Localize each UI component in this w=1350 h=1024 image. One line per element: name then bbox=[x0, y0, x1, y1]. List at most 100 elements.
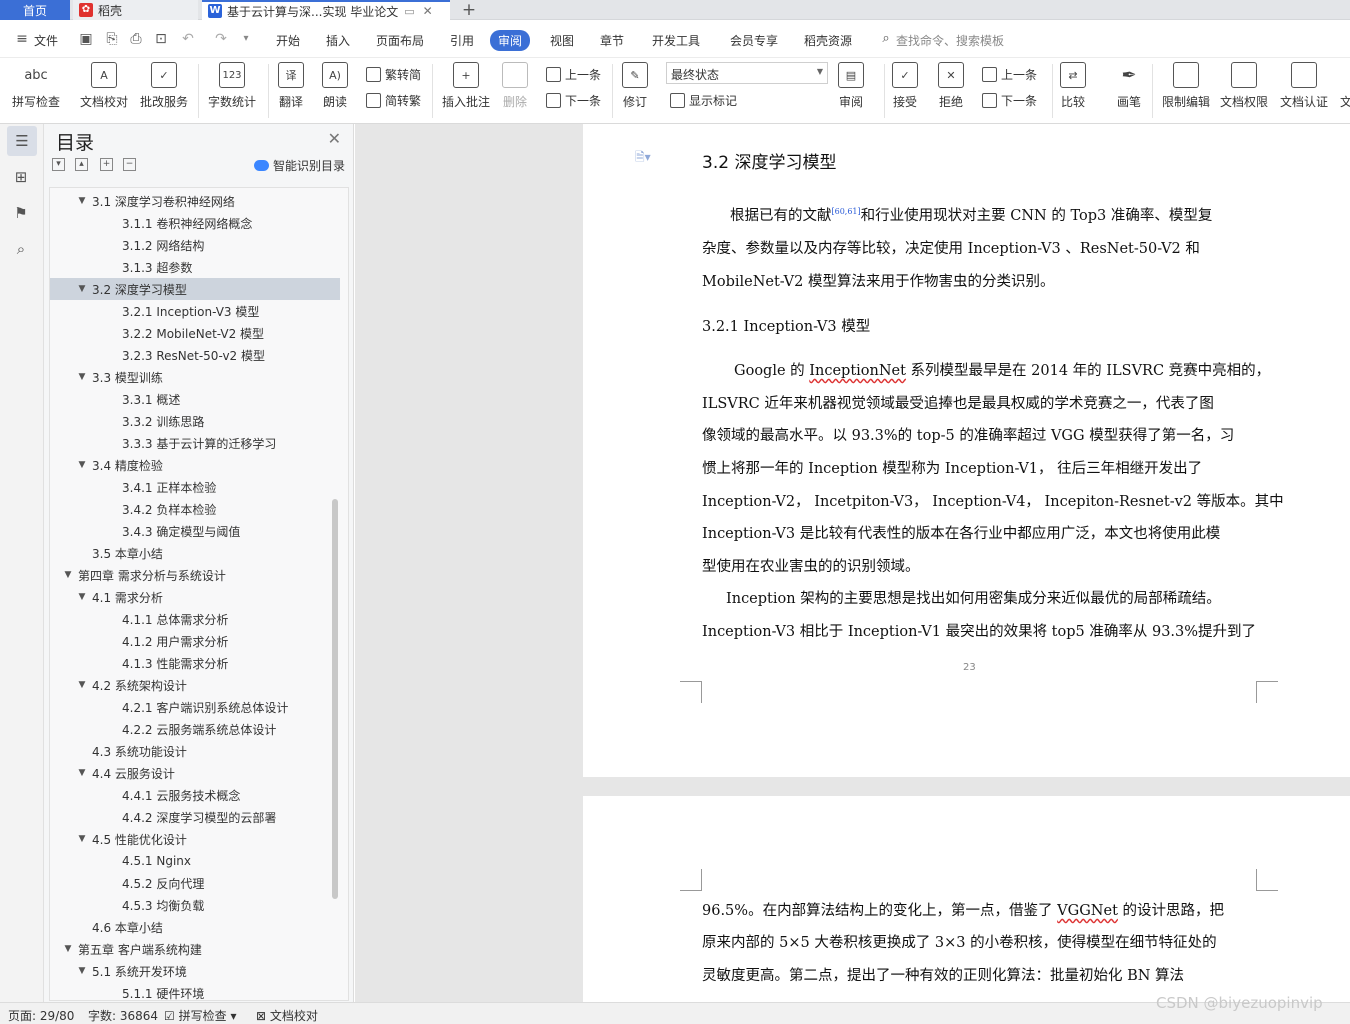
menu-view[interactable]: 视图 bbox=[550, 32, 574, 49]
toc-icon[interactable]: ☰ bbox=[7, 126, 37, 156]
tab-docer[interactable]: ✿ 稻壳 bbox=[73, 0, 198, 20]
chevron-down-icon[interactable]: ▼ bbox=[76, 372, 88, 382]
menu-page-layout[interactable]: 页面布局 bbox=[376, 32, 424, 49]
restrict-edit-button[interactable]: 限制编辑 bbox=[1162, 62, 1210, 110]
save-icon[interactable]: ▣ bbox=[78, 31, 94, 47]
export-pdf-icon[interactable]: ⎘ bbox=[104, 31, 120, 47]
expand-all-icon[interactable]: ▴ bbox=[75, 158, 88, 171]
toc-item[interactable]: ▼ 5.1 系统开发环境 bbox=[50, 960, 340, 982]
chevron-down-icon[interactable]: ▼ bbox=[76, 834, 88, 844]
redo-icon[interactable]: ↷ bbox=[213, 31, 229, 47]
chevron-down-icon[interactable]: ▼ bbox=[62, 944, 74, 954]
revise-button[interactable]: ✎ 修订 bbox=[622, 62, 648, 110]
toc-item[interactable]: 3.4.2 负样本检验 bbox=[50, 498, 340, 520]
toc-item[interactable]: 4.1.1 总体需求分析 bbox=[50, 608, 340, 630]
toc-item[interactable]: 3.5 本章小结 bbox=[50, 542, 340, 564]
toc-item[interactable]: 4.2.1 客户端识别系统总体设计 bbox=[50, 696, 340, 718]
toc-item[interactable]: ▼ 4.5 性能优化设计 bbox=[50, 828, 340, 850]
menu-insert[interactable]: 插入 bbox=[326, 32, 350, 49]
menu-reference[interactable]: 引用 bbox=[450, 32, 474, 49]
toc-item[interactable]: 4.5.2 反向代理 bbox=[50, 872, 340, 894]
document-page[interactable]: 🗎▾ 3.2 深度学习模型 根据已有的文献[60,61]和行业使用现状对主要 C… bbox=[583, 124, 1350, 777]
toc-item[interactable]: 3.3.1 概述 bbox=[50, 388, 340, 410]
menu-file[interactable]: 文件 bbox=[34, 32, 58, 49]
toc-item[interactable]: 4.6 本章小结 bbox=[50, 916, 340, 938]
chevron-down-icon[interactable]: ▼ bbox=[76, 966, 88, 976]
toc-item[interactable]: 3.2.3 ResNet-50-v2 模型 bbox=[50, 344, 340, 366]
document-icon[interactable]: 🗎▾ bbox=[635, 148, 651, 169]
delete-comment-button[interactable]: 删除 bbox=[502, 62, 528, 110]
outline-icon[interactable]: ⊞ bbox=[10, 166, 32, 188]
chevron-down-icon[interactable]: ▼ bbox=[76, 460, 88, 470]
toc-item[interactable]: 3.1.2 网络结构 bbox=[50, 234, 340, 256]
reject-button[interactable]: ✕ 拒绝 bbox=[938, 62, 964, 110]
bookmark-icon[interactable]: ⚑ bbox=[10, 202, 32, 224]
pen-button[interactable]: ✒ 画笔 bbox=[1116, 62, 1142, 110]
toc-item[interactable]: 3.2.1 Inception-V3 模型 bbox=[50, 300, 340, 322]
trad-to-simp-button[interactable]: 繁转简 bbox=[366, 66, 421, 83]
insert-comment-button[interactable]: + 插入批注 bbox=[442, 62, 490, 110]
review-status-select[interactable]: 最终状态 ▼ bbox=[666, 62, 828, 84]
menu-chapter[interactable]: 章节 bbox=[600, 32, 624, 49]
chevron-down-icon[interactable]: ▼ bbox=[76, 196, 88, 206]
collapse-all-icon[interactable]: ▾ bbox=[52, 158, 65, 171]
toc-scrollbar[interactable] bbox=[332, 499, 338, 899]
word-count-button[interactable]: 123 字数统计 bbox=[208, 62, 256, 110]
toc-item[interactable]: 4.1.2 用户需求分析 bbox=[50, 630, 340, 652]
toc-item[interactable]: 4.2.2 云服务端系统总体设计 bbox=[50, 718, 340, 740]
toc-item[interactable]: 3.2.2 MobileNet-V2 模型 bbox=[50, 322, 340, 344]
toc-item[interactable]: ▼ 3.4 精度检验 bbox=[50, 454, 340, 476]
print-icon[interactable]: ⎙ bbox=[128, 31, 144, 47]
toc-item[interactable]: ▼ 4.1 需求分析 bbox=[50, 586, 340, 608]
translate-button[interactable]: 译 翻译 bbox=[278, 62, 304, 110]
doc-permission-button[interactable]: 文档权限 bbox=[1220, 62, 1268, 110]
close-icon[interactable]: ✕ bbox=[328, 129, 341, 148]
print-preview-icon[interactable]: ⊡ bbox=[153, 31, 169, 47]
batch-service-button[interactable]: ✓ 批改服务 bbox=[140, 62, 188, 110]
toc-item[interactable]: 4.4.1 云服务技术概念 bbox=[50, 784, 340, 806]
close-icon[interactable]: ✕ bbox=[423, 4, 433, 18]
toc-item[interactable]: ▼ 4.2 系统架构设计 bbox=[50, 674, 340, 696]
spell-check-status[interactable]: ☑ 拼写检查 ▾ bbox=[164, 1007, 236, 1024]
proofread-status[interactable]: ⊠ 文档校对 bbox=[256, 1007, 318, 1024]
review-pane-button[interactable]: ▤ 审阅 bbox=[838, 62, 864, 110]
chevron-down-icon[interactable]: ▼ bbox=[76, 680, 88, 690]
toc-item[interactable]: 4.4.2 深度学习模型的云部署 bbox=[50, 806, 340, 828]
page-indicator[interactable]: 页面: 29/80 bbox=[8, 1007, 74, 1024]
spelling-error-word[interactable]: VGGNet bbox=[1057, 903, 1118, 919]
search-icon[interactable]: ⌕ bbox=[10, 238, 32, 260]
new-tab-button[interactable]: + bbox=[456, 0, 482, 20]
remove-heading-icon[interactable]: − bbox=[123, 158, 136, 171]
next-comment-button[interactable]: 下一条 bbox=[546, 92, 601, 109]
menu-docer-resources[interactable]: 稻壳资源 bbox=[804, 32, 852, 49]
word-count-indicator[interactable]: 字数: 36864 bbox=[88, 1007, 158, 1024]
menu-vip[interactable]: 会员专享 bbox=[730, 32, 778, 49]
toc-item[interactable]: 4.5.1 Nginx bbox=[50, 850, 340, 872]
chevron-down-icon[interactable]: ▾ bbox=[238, 31, 254, 47]
tab-home[interactable]: 首页 bbox=[0, 0, 70, 20]
chevron-down-icon[interactable]: ▼ bbox=[76, 768, 88, 778]
toc-item[interactable]: 3.1.3 超参数 bbox=[50, 256, 340, 278]
document-page[interactable]: 96.5%。在内部算法结构上的变化上，第一点，借鉴了 VGGNet 的设计思路，… bbox=[583, 796, 1350, 1002]
menu-dev-tools[interactable]: 开发工具 bbox=[652, 32, 700, 49]
toc-item[interactable]: 3.4.1 正样本检验 bbox=[50, 476, 340, 498]
spell-check-button[interactable]: abc 拼写检查 bbox=[12, 62, 60, 110]
read-aloud-button[interactable]: A) 朗读 bbox=[322, 62, 348, 110]
toc-item[interactable]: 4.3 系统功能设计 bbox=[50, 740, 340, 762]
compare-button[interactable]: ⇄ 比较 bbox=[1060, 62, 1086, 110]
menu-review[interactable]: 审阅 bbox=[490, 30, 531, 51]
citation-ref[interactable]: [60,61] bbox=[832, 207, 861, 216]
document-area[interactable]: 🗎▾ 3.2 深度学习模型 根据已有的文献[60,61]和行业使用现状对主要 C… bbox=[355, 124, 1350, 1002]
toc-item[interactable]: ▼ 3.3 模型训练 bbox=[50, 366, 340, 388]
doc-cert-button[interactable]: 文档认证 bbox=[1280, 62, 1328, 110]
tab-document[interactable]: W 基于云计算与深...实现 毕业论文 ▭ ✕ bbox=[202, 0, 450, 20]
toc-item[interactable]: 3.1.1 卷积神经网络概念 bbox=[50, 212, 340, 234]
toc-item[interactable]: ▼ 3.2 深度学习模型 bbox=[50, 278, 340, 300]
menu-start[interactable]: 开始 bbox=[276, 32, 300, 49]
window-icon[interactable]: ▭ bbox=[404, 5, 414, 18]
add-heading-icon[interactable]: + bbox=[100, 158, 113, 171]
show-marks-button[interactable]: 显示标记 bbox=[670, 92, 737, 109]
ribbon-overflow[interactable]: 文 bbox=[1340, 93, 1350, 110]
toc-item[interactable]: 3.4.3 确定模型与阈值 bbox=[50, 520, 340, 542]
chevron-down-icon[interactable]: ▼ bbox=[62, 570, 74, 580]
